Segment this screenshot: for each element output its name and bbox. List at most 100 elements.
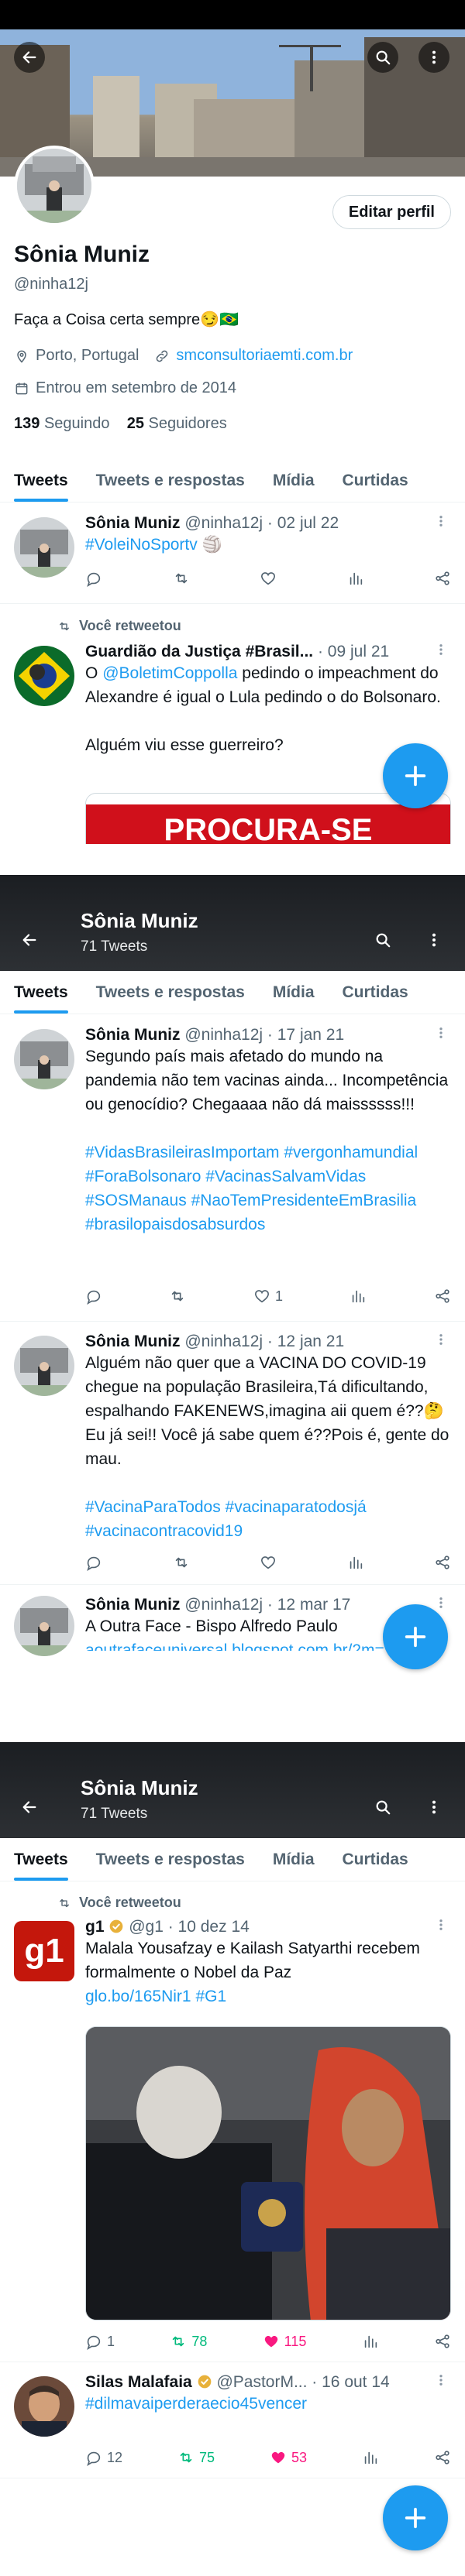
tweet-mention[interactable]: @BoletimCoppolla	[102, 664, 237, 682]
share-button[interactable]	[434, 1288, 451, 1305]
like-button[interactable]: 53	[270, 2449, 307, 2466]
tweet[interactable]: Sônia Muniz @ninha12j · 12 jan 21 Alguém…	[0, 1322, 465, 1585]
tweet-author-name[interactable]: Sônia Muniz	[85, 1026, 181, 1044]
tweet-hashtag[interactable]: #dilmavaiperderaecio45vencer	[85, 2392, 451, 2416]
back-button[interactable]	[14, 42, 45, 73]
search-button[interactable]	[367, 924, 398, 955]
tweet-more-button[interactable]	[434, 1331, 448, 1351]
views-button[interactable]	[347, 1554, 364, 1571]
search-button[interactable]	[367, 42, 398, 73]
like-button[interactable]	[260, 1554, 277, 1571]
tweet-hashtag[interactable]: #VoleiNoSportv	[85, 536, 198, 554]
reply-button[interactable]: 12	[85, 2449, 122, 2466]
more-vertical-icon	[434, 1918, 448, 1932]
retweet-button[interactable]: 78	[170, 2333, 207, 2350]
tab-likes[interactable]: Curtidas	[329, 459, 422, 502]
reply-button[interactable]	[85, 570, 102, 587]
tweet[interactable]: Sônia Muniz @ninha12j · 17 jan 21 Segund…	[0, 1015, 465, 1322]
tweet-author-name[interactable]: Sônia Muniz	[85, 514, 181, 532]
compose-plus-icon	[402, 1624, 429, 1650]
back-button[interactable]	[14, 1792, 45, 1823]
more-options-button[interactable]	[418, 1792, 450, 1823]
compose-tweet-button[interactable]	[383, 743, 448, 808]
tweet-more-button[interactable]	[434, 513, 448, 533]
tweet-retweeted[interactable]: Você retweetou g1 g1 @g1 · 10 dez 14 Mal…	[0, 1882, 465, 2362]
tweet-hashtags[interactable]: #VacinaParaTodos #vacinaparatodosjá #vac…	[85, 1495, 451, 1543]
more-options-button[interactable]	[418, 924, 450, 955]
views-button[interactable]	[362, 2333, 379, 2350]
tab-likes[interactable]: Curtidas	[329, 1838, 422, 1881]
retweet-button[interactable]	[173, 570, 190, 587]
tweet-avatar[interactable]	[14, 1029, 74, 1089]
compose-tweet-button[interactable]	[383, 2485, 448, 2550]
tweet[interactable]: Sônia Muniz @ninha12j · 02 jul 22 #Volei…	[0, 503, 465, 604]
reply-button[interactable]	[85, 1288, 102, 1305]
tweet-actions: 1	[85, 1288, 451, 1305]
tab-likes[interactable]: Curtidas	[329, 971, 422, 1014]
tweet-avatar[interactable]	[14, 517, 74, 578]
views-button[interactable]	[350, 1288, 367, 1305]
tweet-author-name[interactable]: Sônia Muniz	[85, 1333, 181, 1350]
tab-media[interactable]: Mídia	[259, 1838, 329, 1881]
tab-tweets-and-replies[interactable]: Tweets e respostas	[82, 459, 259, 502]
tab-tweets[interactable]: Tweets	[0, 1838, 82, 1881]
tweet-author-name[interactable]: g1	[85, 1918, 105, 1936]
tab-tweets-and-replies[interactable]: Tweets e respostas	[82, 971, 259, 1014]
share-button[interactable]	[434, 1554, 451, 1571]
more-options-button[interactable]	[418, 42, 450, 73]
views-button[interactable]	[362, 2449, 379, 2466]
tab-media[interactable]: Mídia	[259, 971, 329, 1014]
retweet-button[interactable]: 75	[177, 2449, 215, 2466]
wanted-poster-text: PROCURA-SE	[86, 804, 450, 844]
following-link[interactable]: 139 Seguindo	[14, 415, 109, 432]
like-button[interactable]: 1	[253, 1288, 283, 1305]
tab-media[interactable]: Mídia	[259, 459, 329, 502]
reply-button[interactable]	[85, 1554, 102, 1571]
back-button[interactable]	[14, 924, 45, 955]
like-count: 115	[284, 2333, 307, 2349]
tab-tweets[interactable]: Tweets	[0, 459, 82, 502]
retweet-button[interactable]	[169, 1288, 186, 1305]
share-button[interactable]	[434, 570, 451, 587]
followers-link[interactable]: 25 Seguidores	[127, 415, 227, 432]
tweet[interactable]: Silas Malafaia @PastorM... · 16 out 14 #…	[0, 2362, 465, 2478]
tweet-hashtags[interactable]: #VidasBrasileirasImportam #vergonhamundi…	[85, 1141, 451, 1237]
tweet-avatar[interactable]	[14, 646, 74, 706]
tweet-retweeted[interactable]: Você retweetou Guardião da Justiça #Bras…	[0, 604, 465, 844]
profile-website-link[interactable]: smconsultoriaemti.com.br	[176, 347, 353, 365]
reply-button[interactable]: 1	[85, 2333, 115, 2350]
tweet-avatar[interactable]	[14, 2376, 74, 2437]
retweet-icon	[173, 1554, 190, 1571]
calendar-icon	[14, 381, 29, 396]
compose-tweet-button[interactable]	[383, 1604, 448, 1669]
share-button[interactable]	[434, 2449, 451, 2466]
profile-avatar[interactable]	[14, 146, 95, 226]
tweet-avatar[interactable]: g1	[14, 1921, 74, 1981]
tweet-author-name[interactable]: Silas Malafaia	[85, 2373, 192, 2391]
tweet-more-button[interactable]	[434, 1916, 448, 1936]
like-button[interactable]: 115	[263, 2333, 307, 2350]
link-icon	[154, 348, 170, 364]
tweet-avatar[interactable]	[14, 1336, 74, 1396]
tweet-hashtag[interactable]: #G1	[195, 1988, 226, 2005]
tweet-more-button[interactable]	[434, 641, 448, 661]
like-button[interactable]	[260, 570, 277, 587]
tweet-photo[interactable]	[85, 2026, 451, 2320]
views-button[interactable]	[347, 570, 364, 587]
tweet-more-button[interactable]	[434, 2372, 448, 2392]
tweet-more-button[interactable]	[434, 1024, 448, 1044]
tab-tweets[interactable]: Tweets	[0, 971, 82, 1014]
edit-profile-button[interactable]: Editar perfil	[332, 195, 451, 229]
tweet-link[interactable]: glo.bo/165Nir1	[85, 1988, 191, 2005]
tweet-avatar[interactable]	[14, 1596, 74, 1656]
search-button[interactable]	[367, 1792, 398, 1823]
tweet-author-name[interactable]: Guardião da Justiça #Brasil...	[85, 643, 313, 660]
like-icon	[263, 2333, 280, 2350]
tweet-author-name[interactable]: Sônia Muniz	[85, 1596, 181, 1614]
retweet-label: Você retweetou	[79, 618, 181, 633]
avatar-image	[14, 1336, 74, 1396]
header-tweet-count: 71 Tweets	[81, 1806, 148, 1822]
retweet-button[interactable]	[173, 1554, 190, 1571]
tab-tweets-and-replies[interactable]: Tweets e respostas	[82, 1838, 259, 1881]
share-button[interactable]	[434, 2333, 451, 2350]
